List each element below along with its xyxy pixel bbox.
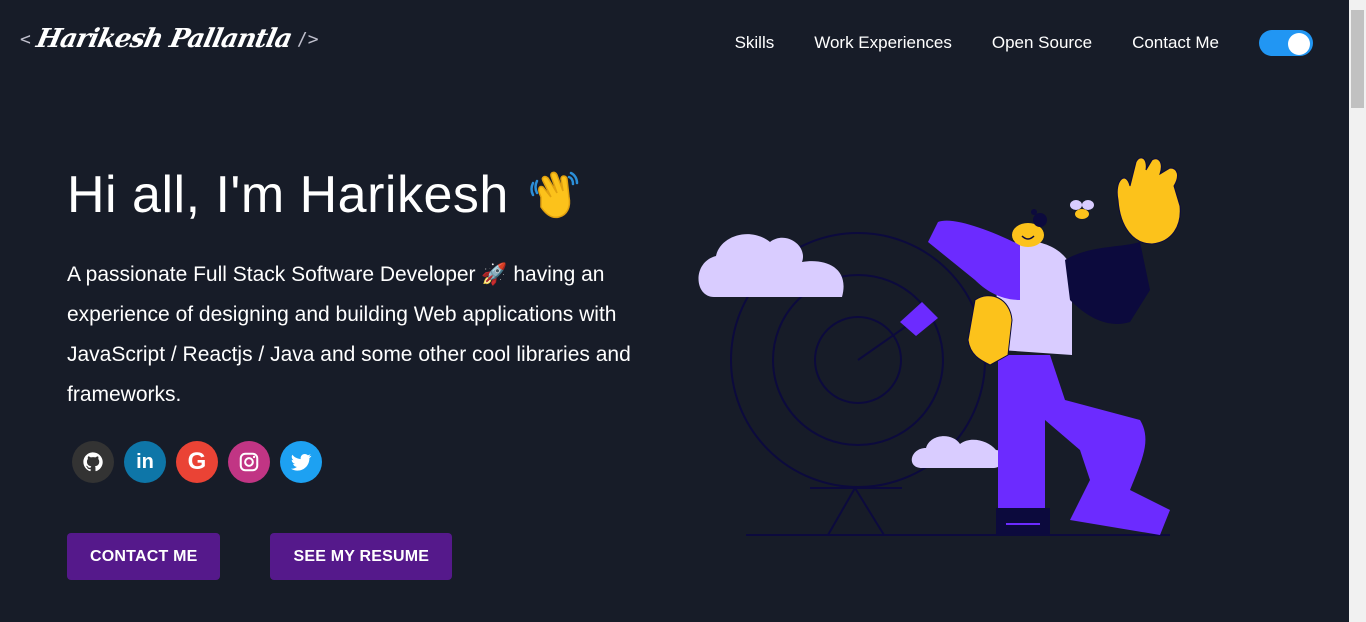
instagram-icon[interactable] [228,441,270,483]
linkedin-icon[interactable]: in [124,441,166,483]
logo-open-bracket: < [20,28,31,50]
twitter-icon[interactable] [280,441,322,483]
rocket-icon: 🚀 [481,263,508,286]
nav-open-source[interactable]: Open Source [992,33,1092,53]
vertical-scrollbar[interactable] [1349,0,1366,622]
theme-toggle[interactable] [1259,30,1313,56]
google-icon[interactable]: G [176,441,218,483]
google-glyph: G [187,448,207,475]
greeting-title-text: Hi all, I'm Harikesh [67,166,509,224]
nav-skills[interactable]: Skills [735,33,775,53]
toggle-knob [1288,33,1310,55]
greeting-subtitle: A passionate Full Stack Software Develop… [67,255,687,415]
action-buttons: CONTACT ME SEE MY RESUME [67,533,687,580]
nav-menu: Skills Work Experiences Open Source Cont… [695,30,1349,56]
logo-signature: Harikesh Pallantla [33,24,295,54]
logo-close-bracket: /> [296,28,319,50]
waving-hand-icon [527,167,583,223]
nav-contact-me[interactable]: Contact Me [1132,33,1219,53]
page: < Harikesh Pallantla /> Skills Work Expe… [0,0,1349,622]
contact-me-button[interactable]: CONTACT ME [67,533,221,580]
see-my-resume-button[interactable]: SEE MY RESUME [270,533,453,580]
header: < Harikesh Pallantla /> Skills Work Expe… [0,0,1349,85]
github-icon[interactable] [72,441,114,483]
logo[interactable]: < Harikesh Pallantla /> [20,24,319,54]
scrollbar-thumb[interactable] [1351,10,1364,108]
subtitle-text-1: A passionate Full Stack Software Develop… [67,263,482,286]
greeting-section: Hi all, I'm Harikesh A passionate Full S… [67,165,687,580]
social-media-links: in G [72,441,687,483]
greeting-title: Hi all, I'm Harikesh [67,165,687,225]
nav-work-experiences[interactable]: Work Experiences [814,33,952,53]
developer-illustration [690,150,1190,550]
linkedin-glyph: in [136,450,154,473]
